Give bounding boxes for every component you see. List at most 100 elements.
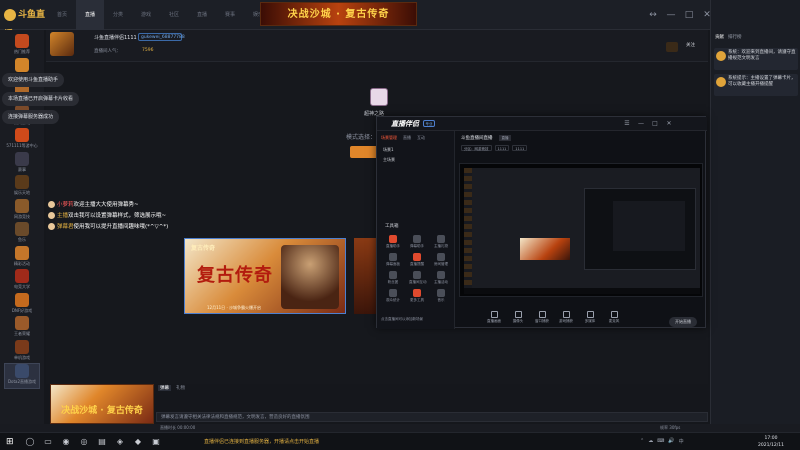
source-icon — [538, 311, 546, 318]
preview-ad-banner — [520, 238, 570, 260]
sidebar-item[interactable]: 热门推荐 — [4, 34, 40, 58]
system-tray: ⌃ ☁ ⌨ 🔊 中 — [640, 438, 684, 445]
close-icon[interactable]: ✕ — [665, 120, 673, 128]
sidebar-item[interactable]: 赛事 — [4, 151, 40, 176]
toolbox-item[interactable]: 观众统计 — [385, 289, 401, 305]
streamer-avatar[interactable] — [50, 32, 74, 56]
taskbar-app-icon[interactable]: ▣ — [150, 436, 162, 448]
tab-ranking[interactable]: 排行榜 — [728, 34, 742, 44]
scene-icon[interactable] — [370, 88, 388, 106]
scene-item[interactable]: 场景1 — [383, 147, 394, 153]
taskbar-apps: ◯ ▭ ◉ ◎ ▤ ◈ ◆ ▣ — [24, 436, 162, 448]
tray-icon[interactable]: ☁ — [648, 438, 653, 445]
taskbar-app-icon[interactable]: ◈ — [114, 436, 126, 448]
source-button[interactable]: 多媒体 — [583, 311, 597, 324]
sidebar-item[interactable]: DNF好游戏 — [4, 292, 40, 317]
source-button[interactable]: 摄像头 — [511, 311, 525, 324]
maximize-icon[interactable]: □ — [651, 120, 659, 128]
tray-icon[interactable]: 🔊 — [668, 438, 674, 445]
maximize-icon[interactable]: □ — [684, 10, 694, 20]
sidebar-item[interactable]: Dota2直播游戏 — [4, 363, 40, 389]
tray-icon[interactable]: ⌃ — [640, 438, 644, 445]
nav-tab-community[interactable]: 社区 — [160, 0, 188, 30]
toolbox-item[interactable]: 弹幕面板 — [385, 253, 401, 269]
source-button[interactable]: 窗口捕获 — [535, 311, 549, 324]
companion-left-tabs: 场景管理 直播 互动 — [381, 135, 425, 141]
toolbox-item[interactable]: 直播助手 — [385, 235, 401, 251]
nav-tab-events[interactable]: 赛事 — [216, 0, 244, 30]
tab-gift[interactable]: 礼物 — [174, 385, 187, 391]
windows-start-icon[interactable]: ⊞ — [6, 437, 14, 447]
bottom-ad-banner[interactable]: 决战沙城 · 复古传奇 — [50, 384, 154, 424]
room-tag[interactable]: 直播 — [499, 135, 511, 141]
category-chip[interactable]: 分区：网游竞技 — [461, 145, 492, 151]
sidebar-item[interactable]: 571111等游中心 — [4, 128, 40, 152]
source-button[interactable]: 麦克风 — [607, 311, 621, 324]
nav-tab-live-2[interactable]: 直播 — [188, 0, 216, 30]
taskbar-app-icon[interactable]: ▤ — [96, 436, 108, 448]
minimize-icon[interactable]: — — [637, 120, 645, 128]
source-button[interactable]: 游戏捕获 — [559, 311, 573, 324]
follow-button[interactable]: 关注 — [686, 42, 695, 48]
toolbox-item[interactable]: 主播活动 — [433, 271, 449, 287]
toolbox-item[interactable]: 直播间互动 — [409, 271, 427, 287]
preview-taskbar — [464, 288, 700, 294]
start-live-button[interactable]: 开始直播 — [669, 317, 697, 327]
live-preview[interactable] — [459, 163, 703, 297]
danmu-text: 欢迎主播大大使用弹幕秀~ — [73, 202, 139, 208]
tab-contribution[interactable]: 贡献 — [715, 34, 724, 44]
sidebar-item[interactable]: 网游竞技 — [4, 198, 40, 223]
toolbox-item[interactable]: 弹幕助手 — [409, 235, 425, 251]
sidebar-item[interactable]: 鱼乐 — [4, 222, 40, 246]
resize-icon[interactable]: ↔ — [648, 10, 658, 20]
tab-danmu[interactable]: 弹幕 — [158, 385, 171, 391]
taskbar-notice[interactable]: 直播伴侣已连接到直播服务器，开播请点击开始直播 — [204, 438, 319, 445]
meta-chip: 1111 — [512, 145, 528, 151]
nav-tab-category[interactable]: 分类 — [104, 0, 132, 30]
scene-item[interactable]: 主场景 — [383, 157, 395, 163]
taskbar-app-icon[interactable]: ◆ — [132, 436, 144, 448]
taskbar-app-icon[interactable]: ▭ — [42, 436, 54, 448]
companion-main: 斗鱼直播间直播 直播 分区：网游竞技 1111 1111 直播画面 摄像头 窗口捕获… — [455, 131, 707, 329]
add-scene-hint[interactable]: 点击直播间可以添加新场景 — [381, 317, 423, 322]
minimize-icon[interactable]: — — [666, 10, 676, 20]
taskbar-app-icon[interactable]: ◯ — [24, 436, 36, 448]
chat-input[interactable]: 弹幕发言请遵守相关法律法规和直播规范，文明发言，营造良好的直播氛围 — [156, 412, 708, 422]
sidebar-item[interactable]: 精彩活动 — [4, 245, 40, 270]
taskbar-app-icon[interactable]: ◎ — [78, 436, 90, 448]
tab-live[interactable]: 直播 — [403, 135, 411, 141]
top-ad-banner[interactable]: 决战沙城 · 复古传奇 — [260, 2, 417, 26]
nav-tab-live[interactable]: 直播 — [76, 0, 104, 30]
sidebar-item[interactable]: 王者荣耀 — [4, 316, 40, 340]
tool-label: 直播助手 — [386, 244, 400, 248]
menu-icon[interactable]: ☰ — [623, 120, 631, 128]
taskbar-app-icon[interactable]: ◉ — [60, 436, 72, 448]
nav-tab-home[interactable]: 首页 — [48, 0, 76, 30]
toolbox-item[interactable]: 直播提醒 — [409, 253, 425, 269]
streamer-id-badge[interactable]: gukewei_68877788 — [138, 33, 185, 41]
gift-icon[interactable] — [666, 42, 678, 52]
clock[interactable]: 17:00 2021/12/11 — [758, 435, 784, 449]
game-ad-banner-secondary[interactable] — [354, 238, 376, 314]
tab-interact[interactable]: 互动 — [417, 135, 425, 141]
sidebar-item[interactable]: 娱乐天地 — [4, 175, 40, 199]
toolbox-item[interactable]: 粉丝团 — [385, 271, 401, 287]
source-icon — [514, 311, 522, 318]
toolbox-item[interactable]: 房间管理 — [433, 253, 449, 269]
pro-badge[interactable]: 专业 — [423, 120, 435, 127]
tray-icon[interactable]: ⌨ — [657, 438, 664, 445]
tray-icon[interactable]: 中 — [679, 438, 684, 445]
tab-scene-manage[interactable]: 场景管理 — [381, 135, 397, 141]
tool-icon — [413, 289, 421, 297]
toolbox-item[interactable]: 主播礼物 — [433, 235, 449, 251]
source-button[interactable]: 直播画面 — [487, 311, 501, 324]
toolbox-item[interactable]: 更多工具 — [409, 289, 425, 305]
nav-tab-game[interactable]: 游戏 — [132, 0, 160, 30]
sidebar-item[interactable]: 电竞大学 — [4, 269, 40, 293]
popularity-value: 7596 — [142, 48, 154, 53]
game-ad-banner[interactable]: 复古传奇 复古传奇 12月11日 · 沙城争霸火爆开启 — [184, 238, 346, 314]
toolbox-item[interactable]: 音乐 — [433, 289, 449, 305]
sidebar-item[interactable]: 单机游戏 — [4, 339, 40, 364]
tool-icon — [437, 289, 445, 297]
app-logo[interactable]: 斗鱼直播 — [4, 5, 48, 40]
